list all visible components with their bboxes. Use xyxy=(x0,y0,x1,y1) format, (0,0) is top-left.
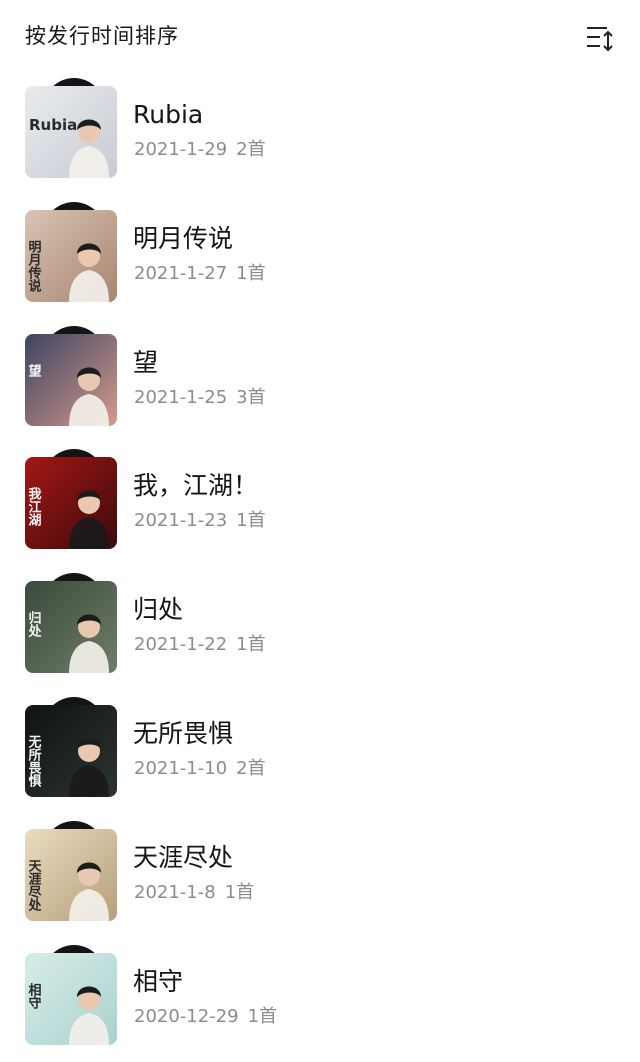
album-meta: 2021-1-27 1首 xyxy=(134,262,266,286)
album-cover-group: 我江湖 xyxy=(25,449,119,550)
header: 按发行时间排序 xyxy=(0,0,640,72)
album-item-mingyue-chuanshuo[interactable]: 明月传说 明月传说 2021-1-27 1首 xyxy=(0,196,640,320)
album-cover-image: 我江湖 xyxy=(25,457,117,550)
album-title: 归处 xyxy=(133,595,184,625)
album-meta: 2021-1-29 2首 xyxy=(134,138,266,162)
release-date: 2021-1-8 xyxy=(134,881,216,903)
album-cover-group: 归处 xyxy=(25,573,119,674)
track-count: 1首 xyxy=(247,1005,278,1027)
release-date: 2021-1-29 xyxy=(134,139,228,160)
album-cover-group: 相守 xyxy=(25,944,119,1045)
album-meta: 2021-1-23 1首 xyxy=(134,509,266,533)
album-meta: 2021-1-10 2首 xyxy=(134,757,266,781)
track-count: 2首 xyxy=(236,757,266,779)
album-cover-image: 明月传说 xyxy=(25,209,117,302)
album-cover-group: 望 xyxy=(25,325,119,426)
cover-lettering: 明月传说 xyxy=(26,240,43,293)
album-list: Rubia Rubia 2021-1-29 2首 明月传说 明月传说 2021-1… xyxy=(0,72,640,1062)
cover-lettering: 望 xyxy=(26,363,42,378)
cover-lettering: 无所畏惧 xyxy=(26,735,43,788)
release-date: 2021-1-22 xyxy=(134,634,228,656)
track-count: 2首 xyxy=(236,139,266,160)
page-title: 按发行时间排序 xyxy=(25,24,179,48)
album-cover-group: Rubia xyxy=(25,78,119,178)
album-item-wang[interactable]: 望 望 2021-1-25 3首 xyxy=(0,320,640,444)
album-meta: 2021-1-25 3首 xyxy=(134,386,266,410)
cover-lettering: Rubia xyxy=(29,116,77,134)
album-title: 无所畏惧 xyxy=(133,718,234,748)
album-cover-image: 归处 xyxy=(25,581,117,674)
release-date: 2021-1-23 xyxy=(134,510,228,532)
album-title: 望 xyxy=(133,347,159,377)
track-count: 1首 xyxy=(236,510,266,532)
track-count: 1首 xyxy=(224,881,255,903)
album-cover-image: 无所畏惧 xyxy=(25,704,117,797)
album-item-wo-jianghu[interactable]: 我江湖 我，江湖！ 2021-1-23 1首 xyxy=(0,443,640,567)
album-cover-group: 无所畏惧 xyxy=(25,696,119,797)
album-cover-group: 明月传说 xyxy=(25,201,119,302)
album-item-guichu[interactable]: 归处 归处 2021-1-22 1首 xyxy=(0,567,640,691)
album-title: Rubia xyxy=(133,100,204,129)
release-date: 2021-1-25 xyxy=(134,386,228,408)
cover-lettering: 天涯尽处 xyxy=(26,859,43,912)
album-meta: 2020-12-29 1首 xyxy=(134,1005,277,1029)
album-title: 我，江湖！ xyxy=(133,471,259,501)
album-title: 相守 xyxy=(133,966,184,996)
album-meta: 2021-1-8 1首 xyxy=(134,881,254,905)
sort-order-button[interactable] xyxy=(585,24,615,52)
album-meta: 2021-1-22 1首 xyxy=(134,633,266,657)
release-date: 2021-1-10 xyxy=(134,757,228,779)
album-item-xiangshou[interactable]: 相守 相守 2020-12-29 1首 xyxy=(0,939,640,1062)
sort-order-icon xyxy=(587,27,613,52)
track-count: 1首 xyxy=(236,634,266,656)
cover-lettering: 相守 xyxy=(26,982,42,1010)
album-cover-image: Rubia xyxy=(25,86,117,178)
album-title: 天涯尽处 xyxy=(133,842,234,872)
album-cover-image: 天涯尽处 xyxy=(25,828,117,921)
album-item-tianya-jinchu[interactable]: 天涯尽处 天涯尽处 2021-1-8 1首 xyxy=(0,815,640,939)
cover-lettering: 我江湖 xyxy=(26,487,42,528)
release-date: 2020-12-29 xyxy=(134,1005,239,1027)
cover-lettering: 归处 xyxy=(26,611,43,639)
track-count: 1首 xyxy=(236,262,266,284)
track-count: 3首 xyxy=(236,386,266,408)
album-cover-image: 相守 xyxy=(25,952,117,1045)
album-title: 明月传说 xyxy=(133,223,234,253)
album-cover-image: 望 xyxy=(25,333,117,426)
album-item-rubia[interactable]: Rubia Rubia 2021-1-29 2首 xyxy=(0,72,640,196)
album-cover-group: 天涯尽处 xyxy=(25,820,119,921)
album-item-wusuo-weiju[interactable]: 无所畏惧 无所畏惧 2021-1-10 2首 xyxy=(0,691,640,815)
release-date: 2021-1-27 xyxy=(134,262,228,284)
